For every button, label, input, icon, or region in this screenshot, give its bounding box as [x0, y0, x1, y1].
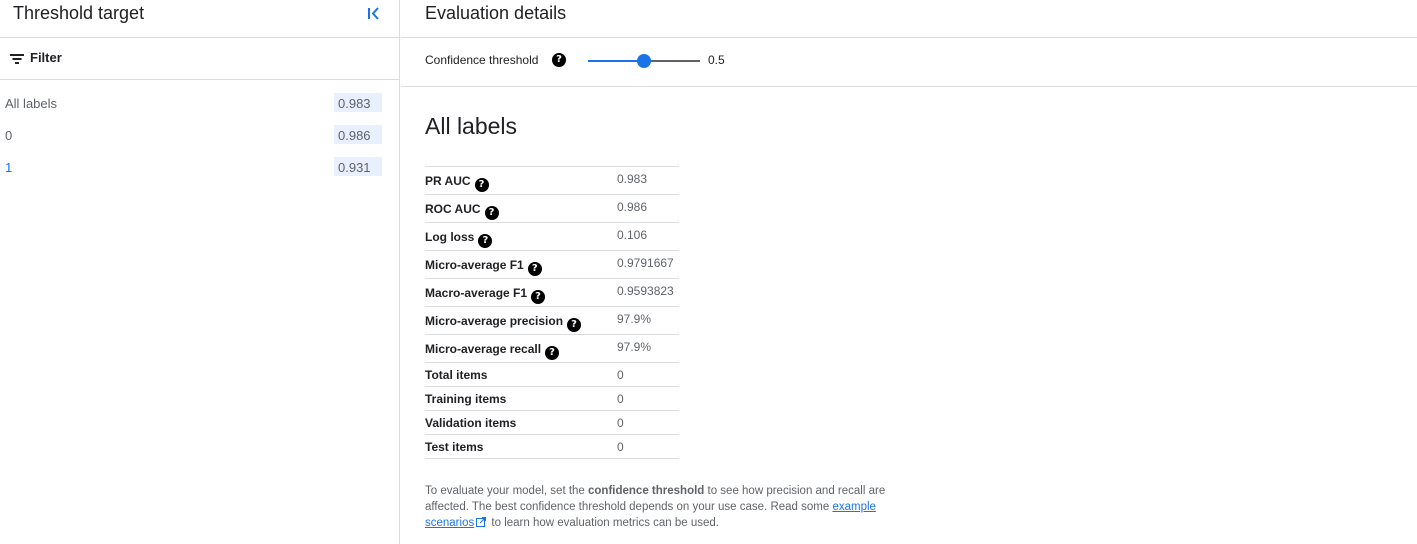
metric-name: Micro-average F1? — [425, 258, 542, 276]
metric-name-text: ROC AUC — [425, 202, 481, 216]
metric-row: PR AUC? 0.983 — [425, 167, 679, 195]
label-score: 0.986 — [334, 125, 382, 144]
confidence-threshold-label: Confidence threshold — [425, 53, 539, 67]
metric-value: 0 — [617, 392, 624, 406]
section-title: All labels — [425, 113, 518, 139]
footnote-bold-text: confidence threshold — [588, 485, 705, 497]
slider-fill — [588, 60, 644, 62]
confidence-threshold-value: 0.5 — [708, 53, 725, 67]
metric-value: 97.9% — [617, 340, 652, 354]
label-score: 0.931 — [334, 157, 382, 176]
metric-row: Total items 0 — [425, 363, 679, 387]
metric-value: 0.983 — [617, 172, 648, 186]
metric-name-text: Log loss — [425, 230, 475, 244]
label-row-all-labels[interactable]: All labels 0.983 — [0, 93, 399, 115]
metric-value: 97.9% — [617, 312, 652, 326]
help-icon[interactable]: ? — [484, 206, 499, 220]
metrics-table: PR AUC? 0.983 ROC AUC? 0.986 Log loss? 0.106 M… — [425, 166, 679, 459]
confidence-threshold-slider[interactable] — [588, 52, 700, 70]
footnote-text: to learn how evaluation metrics can be u… — [488, 517, 719, 529]
external-link-icon — [476, 517, 487, 527]
evaluation-footnote: To evaluate your model, set the confiden… — [425, 483, 905, 531]
footnote-text: To evaluate your model, set the — [425, 485, 589, 497]
metric-value: 0.9593823 — [617, 284, 674, 298]
metric-value: 0.986 — [617, 200, 648, 214]
label-name: 1 — [5, 160, 13, 175]
metric-name: Micro-average recall? — [425, 342, 560, 360]
filter-button[interactable]: Filter — [0, 38, 399, 80]
metric-value: 0 — [617, 440, 624, 454]
panel-title: Threshold target — [13, 3, 145, 23]
metric-name: Total items — [425, 368, 487, 382]
help-icon[interactable]: ? — [567, 318, 582, 332]
metric-name: Test items — [425, 440, 483, 454]
filter-label: Filter — [30, 50, 62, 65]
metric-row: Training items 0 — [425, 387, 679, 411]
evaluation-details-header: Evaluation details — [401, 0, 1417, 38]
metric-name-text: Training items — [425, 392, 507, 406]
metric-name: Micro-average precision? — [425, 314, 582, 332]
metric-name-text: Micro-average precision — [425, 314, 564, 328]
metric-name-text: Macro-average F1 — [425, 286, 528, 300]
metric-row: Log loss? 0.106 — [425, 223, 679, 251]
collapse-left-icon[interactable] — [363, 3, 385, 23]
help-icon[interactable]: ? — [531, 290, 546, 304]
metric-name-text: Micro-average recall — [425, 342, 542, 356]
metric-row: Macro-average F1? 0.9593823 — [425, 279, 679, 307]
evaluation-details-panel: Evaluation details Confidence threshold … — [401, 0, 1417, 544]
metric-name: Training items — [425, 392, 506, 406]
threshold-target-panel: Threshold target Filter All labels 0.983… — [0, 0, 400, 544]
confidence-threshold-row: Confidence threshold ? 0.5 — [401, 38, 1417, 87]
threshold-target-header: Threshold target — [0, 0, 399, 38]
label-row-0[interactable]: 0 0.986 — [0, 125, 399, 147]
metric-row: Test items 0 — [425, 435, 679, 459]
help-icon[interactable]: ? — [545, 346, 560, 360]
metric-name-text: Validation items — [425, 416, 517, 430]
metric-name-text: PR AUC — [425, 174, 471, 188]
page-title: Evaluation details — [425, 3, 567, 23]
metric-name-text: Test items — [425, 440, 484, 454]
metric-value: 0 — [617, 368, 624, 382]
help-icon[interactable]: ? — [478, 234, 493, 248]
label-row-1[interactable]: 1 0.931 — [0, 157, 399, 179]
metric-row: Micro-average precision? 97.9% — [425, 307, 679, 335]
help-icon[interactable]: ? — [474, 178, 489, 192]
label-name: All labels — [5, 96, 58, 111]
label-score: 0.983 — [334, 93, 382, 112]
metric-name: Validation items — [425, 416, 516, 430]
metric-row: Micro-average recall? 97.9% — [425, 335, 679, 363]
slider-thumb[interactable] — [637, 54, 651, 68]
metric-row: Micro-average F1? 0.9791667 — [425, 251, 679, 279]
help-icon[interactable]: ? — [552, 53, 566, 67]
metric-row: Validation items 0 — [425, 411, 679, 435]
help-icon[interactable]: ? — [527, 262, 542, 276]
metric-name-text: Micro-average F1 — [425, 258, 524, 272]
metric-value: 0 — [617, 416, 624, 430]
label-name: 0 — [5, 128, 13, 143]
metric-name: Log loss? — [425, 230, 493, 248]
metric-name: PR AUC? — [425, 174, 489, 192]
metric-value: 0.106 — [617, 228, 648, 242]
metric-name: Macro-average F1? — [425, 286, 546, 304]
metric-name-text: Total items — [425, 368, 488, 382]
metric-value: 0.9791667 — [617, 256, 674, 270]
metric-row: ROC AUC? 0.986 — [425, 195, 679, 223]
metric-name: ROC AUC? — [425, 202, 499, 220]
filter-icon — [10, 54, 24, 64]
